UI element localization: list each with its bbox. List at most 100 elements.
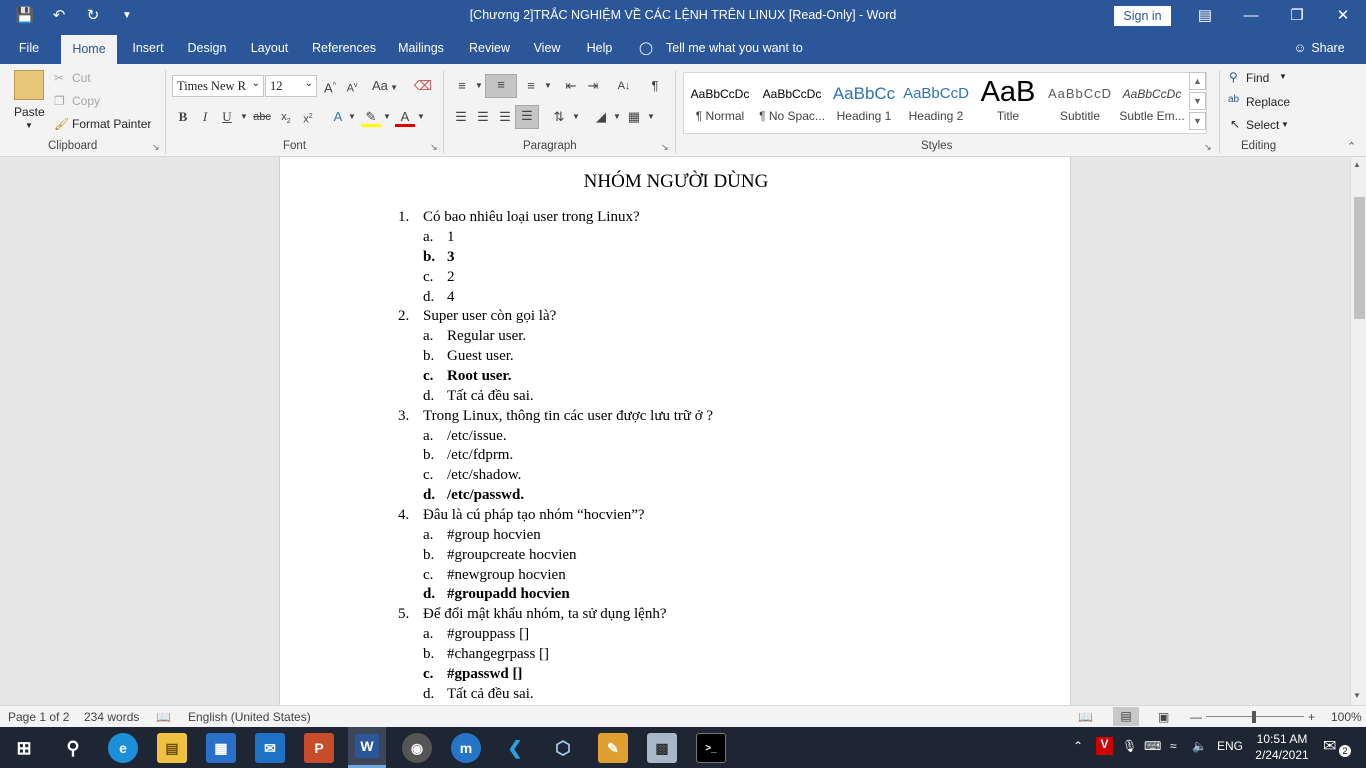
highlight-dropdown-icon[interactable]: ▼	[377, 107, 397, 127]
document-page[interactable]: NHÓM NGƯỜI DÙNG 1. Có bao nhiêu loại user…	[279, 157, 1071, 705]
virtualbox-icon[interactable]: ⬡	[548, 733, 578, 763]
web-layout-icon[interactable]: ▣	[1158, 710, 1169, 724]
align-right-icon[interactable]: ☰	[495, 107, 515, 127]
align-center-icon[interactable]: ☰	[473, 107, 493, 127]
styles-scroll-down-icon[interactable]: ▼	[1189, 92, 1206, 110]
ribbon-display-options-icon[interactable]: ▤	[1182, 0, 1228, 32]
tab-help[interactable]: Help	[583, 32, 616, 64]
font-color-dropdown-icon[interactable]: ▼	[411, 107, 431, 127]
word-taskbar-button[interactable]: W	[348, 727, 386, 768]
style-subtitle[interactable]: AaBbCcD Subtitle	[1044, 73, 1116, 133]
underline-dropdown-icon[interactable]: ▼	[234, 107, 254, 127]
italic-icon[interactable]: I	[195, 107, 215, 127]
collapse-ribbon-icon[interactable]: ⌃	[1347, 140, 1356, 153]
input-language[interactable]: ENG	[1217, 739, 1243, 753]
borders-dropdown-icon[interactable]: ▼	[641, 107, 661, 127]
vertical-scrollbar[interactable]: ▲ ▼	[1350, 157, 1366, 705]
copy-button[interactable]: Copy	[72, 94, 100, 108]
mu-app-icon[interactable]: m	[451, 733, 481, 763]
font-name-box[interactable]: Times New R ⌄	[172, 75, 264, 97]
wifi-icon[interactable]: ≈	[1170, 739, 1177, 753]
sign-in-button[interactable]: Sign in	[1114, 6, 1171, 26]
close-icon[interactable]: ✕	[1320, 0, 1366, 32]
mail-icon[interactable]: ✉	[255, 733, 285, 763]
edge-icon[interactable]: e	[108, 733, 138, 763]
scrollbar-thumb[interactable]	[1354, 197, 1365, 319]
cut-button[interactable]: Cut	[72, 71, 91, 85]
lightbulb-icon[interactable]: ◯	[638, 32, 654, 64]
tab-layout[interactable]: Layout	[247, 32, 292, 64]
justify-icon[interactable]: ☰	[515, 105, 539, 129]
read-mode-icon[interactable]: 📖	[1078, 710, 1093, 724]
format-painter-button[interactable]: Format Painter	[72, 117, 151, 131]
tab-references[interactable]: References	[309, 32, 379, 64]
store-icon[interactable]: ▦	[206, 733, 236, 763]
language-indicator[interactable]: English (United States)	[188, 710, 311, 724]
vietkey-icon[interactable]: V	[1096, 737, 1113, 755]
multilevel-dropdown-icon[interactable]: ▼	[538, 76, 558, 96]
scroll-down-icon[interactable]: ▼	[1353, 691, 1361, 700]
decrease-indent-icon[interactable]: ⇤	[561, 76, 581, 96]
clear-formatting-icon[interactable]: ⌫	[413, 76, 433, 96]
find-button[interactable]: Find	[1246, 71, 1269, 85]
powerpoint-icon[interactable]: P	[304, 733, 334, 763]
grow-font-icon[interactable]: A^	[320, 76, 340, 96]
volume-icon[interactable]: 🔈	[1192, 739, 1207, 753]
styles-scroll-up-icon[interactable]: ▲	[1189, 72, 1206, 90]
tab-design[interactable]: Design	[183, 32, 231, 64]
tab-view[interactable]: View	[530, 32, 564, 64]
microphone-icon[interactable]: 🎙	[1122, 739, 1137, 753]
control-panel-icon[interactable]: ▩	[647, 733, 677, 763]
font-launcher-icon[interactable]: ↘	[430, 142, 438, 153]
align-left-icon[interactable]: ☰	[451, 107, 471, 127]
change-case-button[interactable]: Aa ▼	[370, 76, 400, 96]
paint-app-icon[interactable]: ✎	[598, 733, 628, 763]
sort-icon[interactable]: A↓	[614, 76, 634, 96]
style-heading-2[interactable]: AaBbCcD Heading 2	[900, 73, 972, 133]
style-no-spacing[interactable]: AaBbCcDc ¶ No Spac...	[756, 73, 828, 133]
style-title[interactable]: AaB Title	[972, 73, 1044, 133]
zoom-out-icon[interactable]: —	[1190, 710, 1202, 724]
styles-more-icon[interactable]: ▼	[1189, 112, 1206, 130]
maximize-icon[interactable]: ❐	[1274, 0, 1320, 32]
show-hidden-icons-icon[interactable]: ⌃	[1073, 739, 1083, 753]
tab-home[interactable]: Home	[61, 35, 117, 64]
paste-dropdown-icon[interactable]: ▼	[25, 121, 33, 130]
text-effects-dropdown-icon[interactable]: ▼	[342, 107, 362, 127]
select-button[interactable]: Select	[1246, 118, 1279, 132]
zoom-in-icon[interactable]: +	[1308, 710, 1315, 724]
line-spacing-dropdown-icon[interactable]: ▼	[566, 107, 586, 127]
page-count[interactable]: Page 1 of 2	[8, 710, 69, 724]
tab-file[interactable]: File	[12, 32, 46, 64]
zoom-level[interactable]: 100%	[1331, 710, 1362, 724]
share-button[interactable]: Share	[1310, 32, 1346, 64]
proofing-icon[interactable]: 📖	[156, 710, 171, 724]
tell-me-search[interactable]: Tell me what you want to do	[666, 32, 820, 88]
superscript-icon[interactable]: x2	[298, 107, 318, 127]
windows-start-icon[interactable]: ⊞	[9, 733, 39, 763]
system-clock[interactable]: 10:51 AM 2/24/2021	[1246, 731, 1318, 763]
tab-mailings[interactable]: Mailings	[394, 32, 448, 64]
find-dropdown-icon[interactable]: ▼	[1279, 72, 1287, 81]
headset-app-icon[interactable]: ◉	[402, 733, 432, 763]
increase-indent-icon[interactable]: ⇥	[583, 76, 603, 96]
word-count[interactable]: 234 words	[84, 710, 139, 724]
file-explorer-icon[interactable]: ▤	[157, 733, 187, 763]
bold-icon[interactable]: B	[173, 107, 193, 127]
numbering-icon[interactable]: ≡	[485, 74, 517, 98]
clipboard-launcher-icon[interactable]: ↘	[152, 142, 160, 153]
style-subtle-emphasis[interactable]: AaBbCcDc Subtle Em...	[1116, 73, 1188, 133]
font-size-box[interactable]: 12 ⌄	[265, 75, 317, 97]
style-heading-1[interactable]: AaBbCc Heading 1	[828, 73, 900, 133]
show-formatting-icon[interactable]: ¶	[645, 76, 665, 96]
print-layout-icon[interactable]: ▤	[1113, 707, 1139, 726]
clipboard-icon[interactable]	[14, 70, 44, 100]
subscript-icon[interactable]: x2	[276, 107, 296, 127]
tab-insert[interactable]: Insert	[128, 32, 168, 64]
paste-button[interactable]: Paste	[14, 105, 45, 119]
zoom-slider-thumb[interactable]	[1252, 711, 1256, 723]
minimize-icon[interactable]: —	[1228, 0, 1274, 32]
style-normal[interactable]: AaBbCcDc ¶ Normal	[684, 73, 756, 133]
tab-review[interactable]: Review	[466, 32, 513, 64]
paragraph-launcher-icon[interactable]: ↘	[661, 142, 669, 153]
